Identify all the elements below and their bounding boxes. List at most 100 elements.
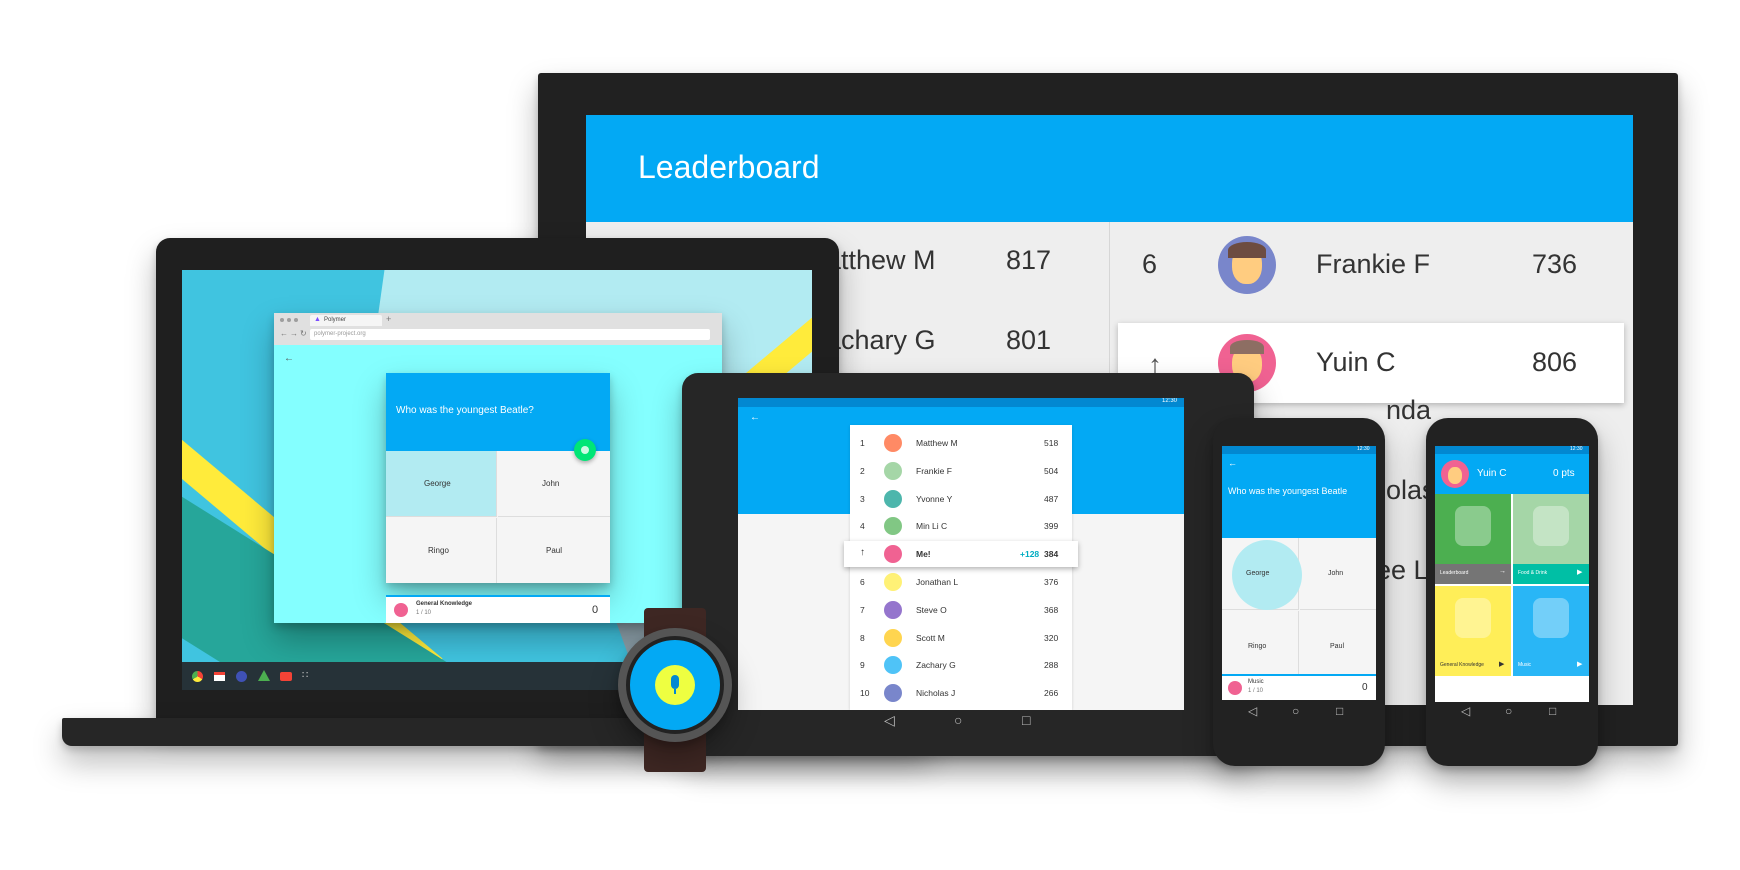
back-arrow-icon[interactable]: ← bbox=[284, 353, 294, 364]
avatar bbox=[884, 656, 902, 675]
category-label: General Knowledge bbox=[416, 601, 473, 607]
apps-grid-icon[interactable]: ∷ bbox=[302, 670, 308, 681]
table-row[interactable]: 1 Matthew M 518 bbox=[850, 430, 1072, 456]
forward-icon[interactable]: → bbox=[290, 329, 298, 338]
food-icon bbox=[1533, 506, 1569, 546]
microphone-button[interactable] bbox=[655, 665, 695, 705]
row-score: 806 bbox=[1532, 347, 1578, 377]
microphone-icon bbox=[671, 675, 679, 689]
category-tile[interactable]: Food & Drink ▶ bbox=[1513, 494, 1589, 584]
quiz-question: Who was the youngest Beatle bbox=[1228, 486, 1348, 496]
quiz-card: Who was the youngest Beatle? George John… bbox=[386, 373, 610, 583]
browser-tab[interactable]: ▲ Polymer bbox=[310, 315, 382, 326]
nav-back-icon[interactable]: ◁ bbox=[884, 712, 895, 729]
answer-option[interactable]: Paul bbox=[1300, 611, 1376, 683]
answer-option[interactable]: John bbox=[1300, 538, 1376, 610]
table-row[interactable]: 3 Yvonne Y 487 bbox=[850, 486, 1072, 512]
category-label: Music bbox=[1248, 679, 1264, 685]
nav-home-icon[interactable]: ○ bbox=[1505, 704, 1512, 718]
avatar bbox=[884, 628, 902, 647]
arrow-up-icon: ↑ bbox=[860, 547, 865, 559]
nav-back-icon[interactable]: ◁ bbox=[1248, 704, 1257, 718]
google-plus-icon[interactable] bbox=[236, 671, 247, 682]
address-bar[interactable]: polymer-project.org bbox=[310, 329, 710, 340]
answer-option[interactable]: Paul bbox=[498, 518, 610, 583]
row-rank: 3 bbox=[860, 493, 865, 504]
row-name: Yuin C bbox=[1316, 347, 1396, 377]
window-control[interactable] bbox=[287, 318, 291, 322]
leaderboard-name: atthew M bbox=[826, 245, 936, 275]
youtube-icon[interactable] bbox=[280, 672, 292, 681]
category-tile[interactable]: General Knowledge ▶ bbox=[1435, 586, 1511, 676]
avatar bbox=[884, 545, 902, 564]
phone-screen: 12:30 ← Who was the youngest Beatle Geor… bbox=[1222, 446, 1376, 700]
avatar bbox=[884, 517, 902, 536]
user-name: Yuin C bbox=[1477, 468, 1507, 479]
points-value: 0 pts bbox=[1553, 468, 1575, 479]
nav-back-icon[interactable]: ◁ bbox=[1461, 704, 1470, 718]
nav-home-icon[interactable]: ○ bbox=[1292, 704, 1299, 718]
points-value: 0 bbox=[592, 604, 599, 616]
row-score: 368 bbox=[1044, 604, 1059, 615]
drive-icon[interactable] bbox=[258, 670, 270, 681]
back-arrow-icon[interactable]: ← bbox=[1228, 458, 1237, 468]
row-name: Me! bbox=[916, 549, 931, 560]
table-row[interactable]: 6 Jonathan L 376 bbox=[850, 569, 1072, 595]
tile-label: Food & Drink bbox=[1518, 570, 1548, 576]
answer-option[interactable]: George bbox=[1222, 538, 1302, 610]
reload-icon[interactable]: ↻ bbox=[300, 329, 307, 338]
browser-toolbar: ▲ Polymer + ← → ↻ polymer-project.org bbox=[274, 313, 722, 345]
status-time: 12:30 bbox=[1570, 446, 1583, 452]
row-score: 288 bbox=[1044, 660, 1059, 671]
row-name: nda bbox=[1386, 395, 1432, 425]
avatar bbox=[884, 489, 902, 508]
row-name: Steve O bbox=[916, 604, 947, 615]
row-name: Scott M bbox=[916, 632, 945, 643]
back-icon[interactable]: ← bbox=[280, 329, 288, 338]
status-bar: 12:30 bbox=[738, 398, 1184, 407]
chrome-icon[interactable] bbox=[192, 671, 203, 682]
table-row[interactable]: 7 Steve O 368 bbox=[850, 597, 1072, 623]
table-row[interactable]: 4 Min Li C 399 bbox=[850, 513, 1072, 539]
window-control[interactable] bbox=[294, 318, 298, 322]
leaderboard-row[interactable]: 6 Frankie F 736 bbox=[1118, 226, 1624, 304]
new-tab-icon[interactable]: + bbox=[386, 314, 391, 324]
row-name: Nicholas J bbox=[916, 688, 956, 699]
row-score: 320 bbox=[1044, 632, 1059, 643]
nav-home-icon[interactable]: ○ bbox=[954, 712, 962, 728]
status-bar: 12:30 bbox=[1222, 446, 1376, 454]
row-score: 266 bbox=[1044, 688, 1059, 699]
nav-recents-icon[interactable]: □ bbox=[1336, 704, 1343, 718]
answer-option[interactable]: George bbox=[386, 451, 497, 517]
answer-option[interactable]: Ringo bbox=[386, 518, 497, 583]
row-rank: 1 bbox=[860, 438, 865, 448]
table-row[interactable]: 9 Zachary G 288 bbox=[850, 652, 1072, 678]
quiz-footer: Music 1 / 10 0 bbox=[1222, 674, 1376, 700]
row-score: 376 bbox=[1044, 577, 1059, 587]
table-row[interactable]: 10 Nicholas J 266 bbox=[850, 680, 1072, 706]
nav-recents-icon[interactable]: □ bbox=[1022, 712, 1030, 728]
table-row[interactable]: 2 Frankie F 504 bbox=[850, 458, 1072, 484]
row-rank: 8 bbox=[860, 632, 865, 643]
table-row[interactable]: 8 Scott M 320 bbox=[850, 625, 1072, 651]
answer-option[interactable]: Ringo bbox=[1222, 611, 1299, 683]
row-score: 504 bbox=[1044, 465, 1059, 476]
category-tile[interactable]: Leaderboard → bbox=[1435, 494, 1511, 584]
progress-label: 1 / 10 bbox=[1248, 688, 1264, 694]
back-arrow-icon[interactable]: ← bbox=[750, 412, 760, 423]
status-bar: 12:30 bbox=[1435, 446, 1589, 454]
gmail-icon[interactable] bbox=[214, 672, 225, 681]
leaderboard-name: achary G bbox=[826, 325, 936, 355]
avatar bbox=[1228, 681, 1242, 695]
avatar bbox=[884, 461, 902, 480]
window-control[interactable] bbox=[280, 318, 284, 322]
nav-recents-icon[interactable]: □ bbox=[1549, 704, 1556, 718]
leaderboard-row-current-user[interactable]: ↑ Me! +128 384 bbox=[844, 541, 1078, 568]
answer-option[interactable]: John bbox=[498, 451, 610, 517]
phone-app-bar: Yuin C 0 pts bbox=[1435, 454, 1589, 494]
tile-label: Music bbox=[1518, 662, 1532, 668]
row-rank: 7 bbox=[860, 604, 865, 615]
avatar bbox=[884, 684, 902, 703]
row-rank: 6 bbox=[860, 577, 865, 587]
category-tile[interactable]: Music ▶ bbox=[1513, 586, 1589, 676]
